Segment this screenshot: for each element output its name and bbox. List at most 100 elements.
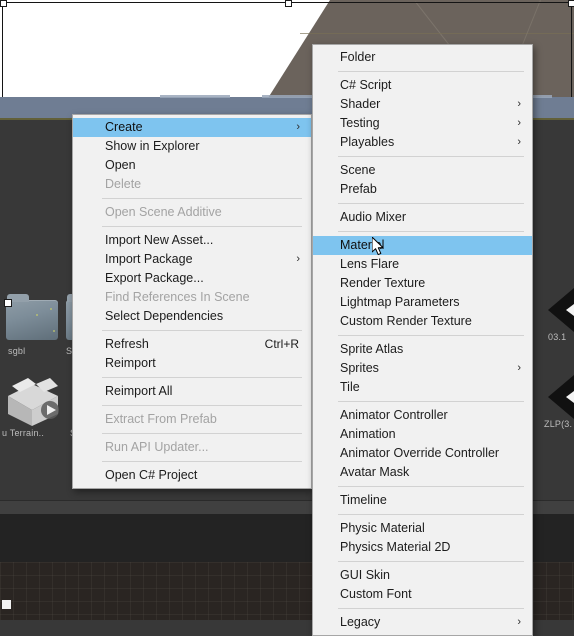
menu-item-shortcut: Ctrl+R bbox=[264, 337, 299, 351]
menu-item-label: Open Scene Additive bbox=[105, 205, 222, 219]
menu-item-animation[interactable]: Animation bbox=[313, 425, 532, 444]
selection-handle[interactable] bbox=[568, 0, 574, 7]
menu-item-label: Prefab bbox=[340, 182, 377, 196]
menu-item-label: Open C# Project bbox=[105, 468, 198, 482]
menu-separator bbox=[102, 330, 302, 331]
menu-item-playables[interactable]: Playables › bbox=[313, 133, 532, 152]
menu-separator bbox=[102, 405, 302, 406]
menu-item-import-new-asset[interactable]: Import New Asset... bbox=[73, 231, 311, 250]
selection-marker bbox=[4, 299, 12, 307]
menu-item-label: Delete bbox=[105, 177, 142, 191]
menu-item-label: Lightmap Parameters bbox=[340, 295, 460, 309]
menu-item-testing[interactable]: Testing › bbox=[313, 114, 532, 133]
selection-handle[interactable] bbox=[285, 0, 292, 7]
submenu-arrow-icon: › bbox=[296, 253, 300, 265]
submenu-arrow-icon: › bbox=[517, 616, 521, 628]
menu-item-lens-flare[interactable]: Lens Flare bbox=[313, 255, 532, 274]
menu-item-legacy[interactable]: Legacy › bbox=[313, 613, 532, 632]
menu-item-label: Folder bbox=[340, 50, 376, 64]
menu-item-gui-skin[interactable]: GUI Skin bbox=[313, 566, 532, 585]
menu-item-select-dependencies[interactable]: Select Dependencies bbox=[73, 307, 311, 326]
menu-item-refresh[interactable]: Refresh Ctrl+R bbox=[73, 335, 311, 354]
menu-item-show-in-explorer[interactable]: Show in Explorer bbox=[73, 137, 311, 156]
create-submenu[interactable]: Folder C# Script Shader › Testing › Playables ›… bbox=[312, 44, 533, 636]
menu-separator bbox=[338, 335, 524, 336]
menu-item-label: Animation bbox=[340, 427, 396, 441]
menu-item-label: Render Texture bbox=[340, 276, 426, 290]
menu-item-lightmap-parameters[interactable]: Lightmap Parameters bbox=[313, 293, 532, 312]
menu-item-open-scene-additive: Open Scene Additive bbox=[73, 203, 311, 222]
menu-item-custom-font[interactable]: Custom Font bbox=[313, 585, 532, 604]
menu-item-reimport-all[interactable]: Reimport All bbox=[73, 382, 311, 401]
menu-item-material[interactable]: Material bbox=[313, 236, 532, 255]
menu-item-physics-material-2d[interactable]: Physics Material 2D bbox=[313, 538, 532, 557]
menu-item-c-script[interactable]: C# Script bbox=[313, 76, 532, 95]
menu-item-label: Tile bbox=[340, 380, 360, 394]
menu-item-label: Physic Material bbox=[340, 521, 425, 535]
resize-handle[interactable] bbox=[2, 600, 11, 609]
menu-separator bbox=[338, 514, 524, 515]
menu-item-label: C# Script bbox=[340, 78, 392, 92]
submenu-arrow-icon: › bbox=[517, 362, 521, 374]
menu-item-delete: Delete bbox=[73, 175, 311, 194]
menu-item-extract-from-prefab: Extract From Prefab bbox=[73, 410, 311, 429]
menu-item-label: Shader bbox=[340, 97, 381, 111]
menu-item-timeline[interactable]: Timeline bbox=[313, 491, 532, 510]
menu-separator bbox=[102, 433, 302, 434]
menu-item-prefab[interactable]: Prefab bbox=[313, 180, 532, 199]
submenu-arrow-icon: › bbox=[296, 121, 300, 133]
menu-item-render-texture[interactable]: Render Texture bbox=[313, 274, 532, 293]
menu-item-label: Custom Font bbox=[340, 587, 412, 601]
selection-handle[interactable] bbox=[0, 0, 7, 7]
menu-item-label: Show in Explorer bbox=[105, 139, 200, 153]
menu-item-label: Physics Material 2D bbox=[340, 540, 451, 554]
menu-item-label: Playables bbox=[340, 135, 395, 149]
menu-item-label: Export Package... bbox=[105, 271, 204, 285]
project-context-menu[interactable]: Create › Show in Explorer Open Delete Open Sc… bbox=[72, 114, 312, 489]
menu-separator bbox=[338, 231, 524, 232]
menu-item-label: Timeline bbox=[340, 493, 387, 507]
menu-item-shader[interactable]: Shader › bbox=[313, 95, 532, 114]
menu-item-label: Lens Flare bbox=[340, 257, 400, 271]
menu-item-reimport[interactable]: Reimport bbox=[73, 354, 311, 373]
menu-item-label: Custom Render Texture bbox=[340, 314, 472, 328]
menu-item-label: Legacy bbox=[340, 615, 381, 629]
submenu-arrow-icon: › bbox=[517, 98, 521, 110]
menu-item-create[interactable]: Create › bbox=[73, 118, 311, 137]
menu-item-animator-controller[interactable]: Animator Controller bbox=[313, 406, 532, 425]
menu-separator bbox=[338, 561, 524, 562]
menu-separator bbox=[338, 203, 524, 204]
menu-item-label: Find References In Scene bbox=[105, 290, 250, 304]
menu-item-label: Animator Override Controller bbox=[340, 446, 500, 460]
menu-item-sprites[interactable]: Sprites › bbox=[313, 359, 532, 378]
menu-item-label: Testing bbox=[340, 116, 380, 130]
menu-item-custom-render-texture[interactable]: Custom Render Texture bbox=[313, 312, 532, 331]
menu-item-label: Import Package bbox=[105, 252, 193, 266]
menu-item-physic-material[interactable]: Physic Material bbox=[313, 519, 532, 538]
menu-item-avatar-mask[interactable]: Avatar Mask bbox=[313, 463, 532, 482]
menu-item-scene[interactable]: Scene bbox=[313, 161, 532, 180]
asset-label: 03.1 bbox=[548, 332, 567, 342]
menu-item-label: Avatar Mask bbox=[340, 465, 410, 479]
menu-item-audio-mixer[interactable]: Audio Mixer bbox=[313, 208, 532, 227]
menu-item-export-package[interactable]: Export Package... bbox=[73, 269, 311, 288]
menu-item-label: Run API Updater... bbox=[105, 440, 209, 454]
menu-item-label: Sprite Atlas bbox=[340, 342, 404, 356]
menu-item-label: Reimport All bbox=[105, 384, 173, 398]
menu-separator bbox=[102, 461, 302, 462]
menu-item-animator-override-controller[interactable]: Animator Override Controller bbox=[313, 444, 532, 463]
menu-item-label: Sprites bbox=[340, 361, 379, 375]
menu-item-tile[interactable]: Tile bbox=[313, 378, 532, 397]
folder-icon bbox=[6, 294, 58, 340]
menu-separator bbox=[102, 377, 302, 378]
menu-item-folder[interactable]: Folder bbox=[313, 48, 532, 67]
menu-separator bbox=[102, 226, 302, 227]
menu-item-open[interactable]: Open bbox=[73, 156, 311, 175]
submenu-arrow-icon: › bbox=[517, 117, 521, 129]
menu-separator bbox=[338, 156, 524, 157]
arrow-asset-icon bbox=[548, 288, 574, 332]
menu-item-sprite-atlas[interactable]: Sprite Atlas bbox=[313, 340, 532, 359]
menu-item-open-c-project[interactable]: Open C# Project bbox=[73, 466, 311, 485]
menu-item-label: GUI Skin bbox=[340, 568, 391, 582]
menu-item-import-package[interactable]: Import Package › bbox=[73, 250, 311, 269]
